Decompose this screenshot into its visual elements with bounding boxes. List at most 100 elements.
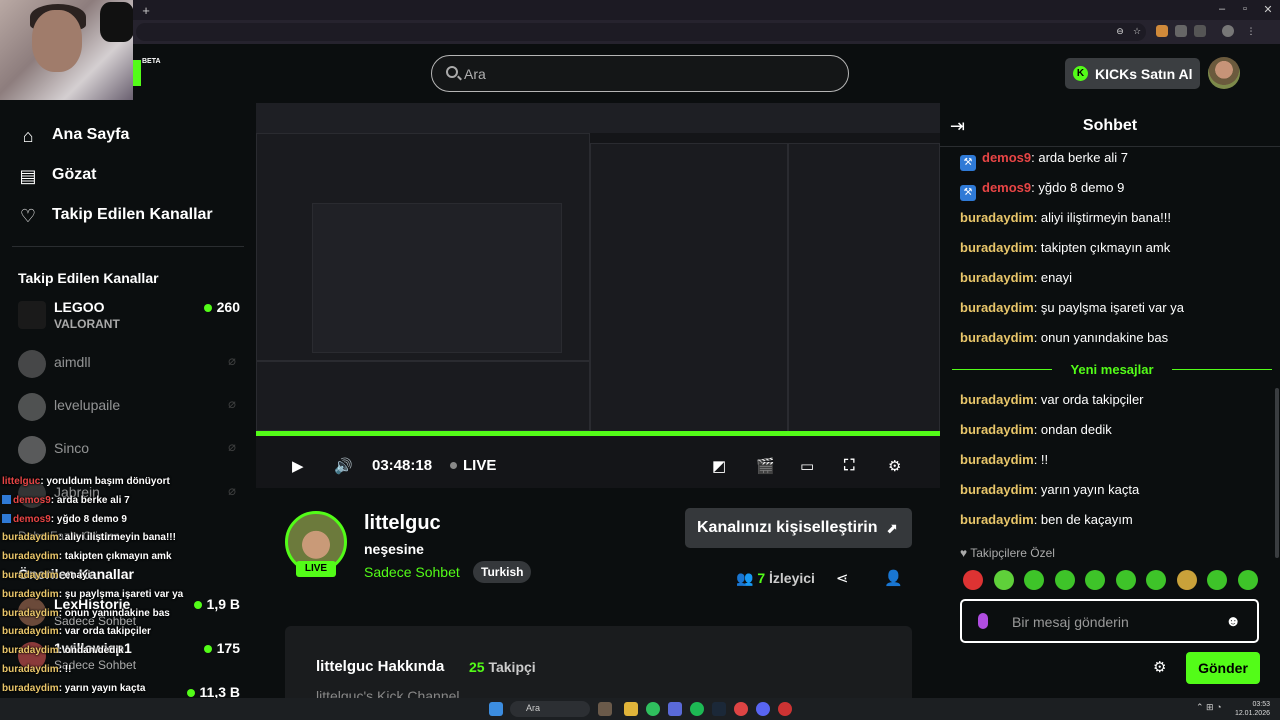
chrome-icon[interactable]	[734, 702, 748, 716]
live-dot-icon	[203, 645, 212, 653]
chat-username[interactable]: buradaydim	[960, 422, 1034, 437]
extension-icon[interactable]	[1156, 25, 1168, 37]
start-menu-icon[interactable]	[489, 702, 503, 716]
search-input[interactable]: Ara	[431, 55, 849, 92]
stream-title: neşesine	[364, 541, 424, 557]
user-avatar[interactable]	[1208, 57, 1240, 89]
chat-username[interactable]: demos9	[982, 180, 1031, 195]
emote-icon[interactable]	[1146, 570, 1166, 590]
search-icon	[446, 66, 458, 78]
taskbar-search[interactable]: Ara	[510, 701, 590, 717]
followed-channel-sinco[interactable]: Sinco ⌀	[18, 434, 240, 468]
microphone-icon[interactable]	[978, 613, 988, 629]
teams-icon[interactable]	[668, 702, 682, 716]
emoji-icon[interactable]: ☻	[1225, 613, 1241, 630]
chat-text: : !!	[1033, 452, 1049, 467]
followed-channel-legoo[interactable]: LEGOO VALORANT 260	[18, 299, 240, 333]
miniplayer-icon[interactable]: ◩	[712, 457, 726, 475]
tray-icons[interactable]: ⌃ ⊞ ◔	[1196, 702, 1222, 713]
chat-text: : enayi	[1033, 270, 1072, 285]
video-frame-chat	[590, 143, 788, 433]
file-explorer-icon[interactable]	[624, 702, 638, 716]
emote-icon[interactable]	[1207, 570, 1227, 590]
address-bar[interactable]	[136, 23, 1146, 41]
video-progress-bar[interactable]	[256, 431, 940, 436]
theater-mode-icon[interactable]: ▭	[800, 457, 814, 475]
chat-message: buradaydim: var orda takipçiler	[960, 392, 1144, 407]
chat-message: buradaydim: !!	[960, 452, 1048, 467]
browser-chrome: + – ▫ ✕ ⊖ ☆ ⋮	[0, 0, 1280, 44]
maximize-button[interactable]: ▫	[1235, 3, 1255, 15]
profile-icon[interactable]	[1222, 25, 1234, 37]
viewers-icon: 👥	[736, 570, 758, 586]
volume-icon[interactable]: 🔊	[334, 457, 353, 475]
taskbar-app-icon[interactable]	[598, 702, 612, 716]
chat-input-placeholder: Bir mesaj gönderin	[1012, 614, 1129, 630]
share-icon[interactable]: ⋖	[836, 569, 849, 587]
emote-icon[interactable]	[1054, 570, 1075, 590]
video-player[interactable]: ▶ 🔊 03:48:18 LIVE ◩ 🎬 ▭ ⛶ ⚙	[256, 103, 940, 488]
video-frame-lower	[256, 361, 590, 431]
chat-username[interactable]: buradaydim	[960, 240, 1034, 255]
spotify-icon[interactable]	[690, 702, 704, 716]
buy-kicks-label: KICKs Satın Al	[1095, 66, 1193, 82]
send-message-button[interactable]: Gönder	[1186, 652, 1260, 684]
emote-icon[interactable]	[1115, 570, 1136, 590]
follow-user-icon[interactable]: 👤	[884, 569, 903, 587]
kick-logo[interactable]	[133, 60, 141, 86]
play-icon[interactable]: ▶	[292, 457, 304, 475]
channel-name: levelupaile	[54, 397, 121, 413]
fullscreen-icon[interactable]: ⛶	[844, 457, 855, 474]
extension-icon[interactable]	[1194, 25, 1206, 37]
bookmark-star-icon[interactable]: ☆	[1131, 25, 1143, 37]
chat-scrollbar[interactable]	[1275, 388, 1279, 558]
minimize-button[interactable]: –	[1212, 3, 1232, 15]
customize-channel-button[interactable]: Kanalınızı kişiselleştirin ⬈	[685, 508, 912, 548]
zoom-icon[interactable]: ⊖	[1114, 25, 1126, 37]
taskbar-clock[interactable]: 03:53 12.01.2026	[1235, 700, 1270, 718]
chat-username[interactable]: demos9	[982, 150, 1031, 165]
emote-icon[interactable]	[1024, 570, 1044, 590]
discord-icon[interactable]	[756, 702, 770, 716]
about-title: littelguc Hakkında	[316, 658, 445, 675]
subscriber-emotes-label: ♥ Takipçilere Özel	[960, 546, 1055, 560]
chat-message-input[interactable]: Bir mesaj gönderin ☻	[960, 599, 1259, 643]
offline-icon: ⌀	[228, 483, 236, 498]
chat-settings-gear-icon[interactable]: ⚙	[1153, 658, 1166, 676]
emote-icon[interactable]	[993, 570, 1014, 590]
chat-username[interactable]: buradaydim	[960, 210, 1034, 225]
stream-chat-overlay: littelguc: yoruldum başım dönüyort demos9…	[2, 476, 202, 720]
close-window-button[interactable]: ✕	[1258, 3, 1278, 16]
channel-avatar	[18, 436, 46, 464]
chat-text: : yarın yayın kaçta	[1033, 482, 1140, 497]
extension-icon[interactable]	[1175, 25, 1187, 37]
settings-gear-icon[interactable]: ⚙	[888, 457, 901, 475]
chat-message: buradaydim: enayi	[960, 270, 1072, 285]
steam-icon[interactable]	[712, 702, 726, 716]
chat-username[interactable]: buradaydim	[960, 330, 1034, 345]
buy-kicks-button[interactable]: K KICKs Satın Al	[1065, 58, 1200, 89]
chat-username[interactable]: buradaydim	[960, 392, 1034, 407]
channel-name[interactable]: littelguc	[364, 512, 441, 535]
menu-dots-icon[interactable]: ⋮	[1245, 25, 1257, 37]
new-tab-button[interactable]: +	[136, 3, 156, 18]
emote-icon[interactable]	[963, 570, 983, 590]
chat-text: : aliyi iliştirmeyin bana!!!	[1033, 210, 1171, 225]
chat-username[interactable]: buradaydim	[960, 482, 1034, 497]
stream-tag[interactable]: Turkish	[473, 561, 532, 583]
whatsapp-icon[interactable]	[646, 702, 660, 716]
overlay-chat-line: littelguc: yoruldum başım dönüyort	[2, 476, 170, 487]
emote-icon[interactable]	[1176, 570, 1197, 590]
chat-username[interactable]: buradaydim	[960, 270, 1034, 285]
stream-category[interactable]: Sadece Sohbet	[364, 564, 460, 580]
emote-icon[interactable]	[1085, 570, 1105, 590]
followed-channel-aimdll[interactable]: aimdll ⌀	[18, 348, 240, 382]
emote-icon[interactable]	[1237, 570, 1258, 590]
channel-name: Sinco	[54, 440, 90, 456]
chat-username[interactable]: buradaydim	[960, 512, 1034, 527]
chat-username[interactable]: buradaydim	[960, 300, 1034, 315]
followed-channel-levelupaile[interactable]: levelupaile ⌀	[18, 391, 240, 425]
clip-icon[interactable]: 🎬	[756, 457, 775, 475]
taskbar-app-icon[interactable]	[778, 702, 792, 716]
chat-username[interactable]: buradaydim	[960, 452, 1034, 467]
